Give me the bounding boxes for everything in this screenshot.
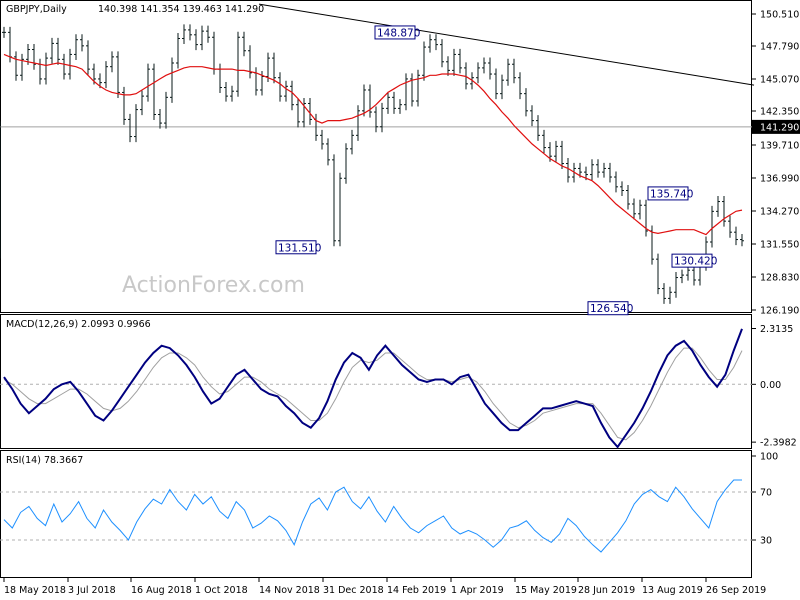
- date-tick-label: 3 Jul 2018: [68, 585, 116, 596]
- axis-layer: 150.510 147.790 145.070 142.350 139.710 136.9…: [3, 10, 800, 596]
- rsi-tick-label: 30: [760, 536, 772, 547]
- moving-average-line: [3, 53, 743, 236]
- annotation-label: 130.420: [674, 256, 717, 268]
- rsi-layer: [0, 479, 752, 553]
- date-tick-label: 1 Oct 2018: [195, 585, 248, 596]
- rsi-tick-label: 100: [760, 452, 778, 463]
- price-pane: [0, 0, 752, 313]
- macd-tick-label: 2.3135: [760, 324, 793, 335]
- date-tick-label: 16 Aug 2018: [131, 585, 192, 596]
- date-tick-label: 14 Feb 2019: [387, 585, 446, 596]
- price-tick-label: 126.190: [760, 306, 799, 317]
- annotation-135-740: 135.740: [647, 186, 693, 201]
- chart-canvas: GBPJPY,Daily 140.398 141.354 139.463 141…: [0, 0, 800, 596]
- price-tick-label: 136.990: [760, 174, 799, 185]
- date-tick-label: 13 Aug 2019: [642, 585, 703, 596]
- price-tick-label: 150.510: [760, 10, 799, 21]
- price-layer: 148.870 131.510 135.740 130.420 126.540: [0, 3, 755, 316]
- rsi-tick-label: 70: [760, 488, 772, 499]
- annotation-label: 126.540: [590, 303, 633, 315]
- date-tick-label: 28 Jun 2019: [578, 585, 635, 596]
- macd-layer: [0, 328, 752, 449]
- annotation-label: 131.510: [278, 242, 321, 254]
- ohlc-readout: 140.398 141.354 139.463 141.290: [98, 4, 264, 15]
- date-tick-label: 18 May 2018: [4, 585, 66, 596]
- annotation-label: 135.740: [650, 188, 693, 200]
- watermark: ActionForex.com: [122, 273, 305, 298]
- price-tick-label: 142.350: [760, 107, 799, 118]
- rsi-title: RSI(14) 78.3667: [6, 455, 83, 466]
- date-tick-label: 14 Nov 2018: [259, 585, 320, 596]
- price-tick-label: 139.710: [760, 141, 799, 152]
- symbol-label: GBPJPY,Daily: [6, 4, 67, 15]
- current-price-label: 141.290: [760, 122, 799, 133]
- macd-tick-label: -2.3982: [760, 438, 797, 449]
- ohlc-bars: [0, 24, 744, 304]
- macd-line: [3, 328, 743, 449]
- trendline: [258, 3, 755, 86]
- date-tick-label: 31 Dec 2018: [323, 585, 384, 596]
- date-tick-label: 26 Sep 2019: [706, 585, 766, 596]
- chart-window: GBPJPY,Daily 140.398 141.354 139.463 141…: [0, 0, 800, 600]
- annotation-label: 148.870: [377, 27, 420, 39]
- macd-pane: [0, 314, 752, 449]
- price-tick-label: 131.550: [760, 240, 799, 251]
- annotation-148-870: 148.870: [374, 25, 420, 40]
- annotation-131-510: 131.510: [275, 240, 321, 255]
- price-tick-label: 145.070: [760, 75, 799, 86]
- price-tick-label: 128.830: [760, 273, 799, 284]
- price-tick-label: 134.270: [760, 207, 799, 218]
- annotation-126-540: 126.540: [587, 301, 633, 316]
- macd-title: MACD(12,26,9) 2.0993 0.9966: [6, 319, 151, 330]
- date-tick-label: 15 May 2019: [515, 585, 577, 596]
- macd-tick-label: 0.00: [760, 380, 781, 391]
- rsi-line: [3, 479, 742, 553]
- date-tick-label: 1 Apr 2019: [451, 585, 504, 596]
- price-tick-label: 147.790: [760, 42, 799, 53]
- annotation-130-420: 130.420: [671, 253, 717, 268]
- rsi-pane: [0, 450, 752, 578]
